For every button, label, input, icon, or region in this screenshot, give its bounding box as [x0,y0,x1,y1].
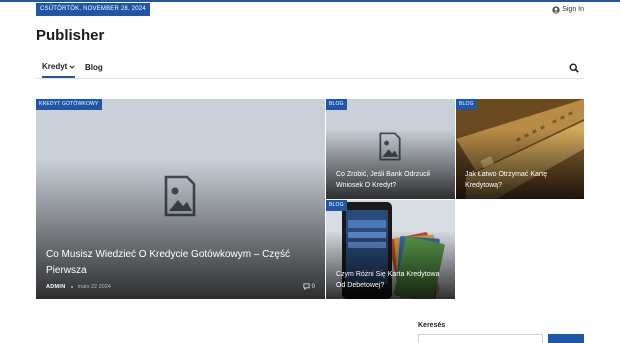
featured-post-main[interactable]: KREDYT GOTÓWKOWY Co Musisz Wiedzieć O Kr… [36,99,325,299]
date-badge: CSÜTÖRTÖK, NOVEMBER 28, 2024 [36,3,150,16]
category-badge[interactable]: KREDYT GOTÓWKOWY [36,99,102,110]
post-author[interactable]: ADMIN [46,284,66,290]
post-title[interactable]: Co Musisz Wiedzieć O Kredycie Gotówkowym… [46,247,316,279]
post-meta: ADMIN maio 22 2024 [46,284,316,290]
post-date: maio 22 2024 [77,284,111,290]
sidebar-search-label: Keresés [418,322,446,329]
user-icon [552,5,560,14]
post-title[interactable]: Czym Różni Się Karta Kredytowa Od Debeto… [336,269,448,291]
sign-in-link[interactable]: Sign In [552,4,584,15]
main-navigation: Kredyt Blog [36,58,584,79]
sign-in-label: Sign In [562,6,584,13]
comments-value: 0 [311,283,315,290]
nav-item-label: Kredyt [42,62,68,71]
nav-item-blog[interactable]: Blog [85,58,103,78]
post-title[interactable]: Jak Łatwo Otrzymać Kartę Kredytową? [465,169,577,191]
featured-post-card[interactable]: BLOG Czym Różni Się Karta Kredytowa Od D… [326,200,455,299]
featured-post-card[interactable]: BLOG Jak Łatwo Otrzymać Kartę Kredytową? [456,99,584,199]
top-accent-line [0,0,620,2]
category-badge[interactable]: BLOG [326,200,347,211]
comment-icon [303,283,310,290]
category-badge[interactable]: BLOG [456,99,477,110]
category-badge[interactable]: BLOG [326,99,347,110]
sidebar-search-input[interactable] [418,334,543,343]
featured-post-card[interactable]: BLOG Co Zrobić, Jeśli Bank Odrzucił Wnio… [326,99,455,199]
sidebar-search-button[interactable] [548,334,584,343]
meta-separator [70,286,73,288]
chevron-down-icon [69,65,75,69]
site-logo[interactable]: Publisher [36,27,104,44]
post-title[interactable]: Co Zrobić, Jeśli Bank Odrzucił Wniosek O… [336,169,448,191]
nav-item-kredyt[interactable]: Kredyt [42,58,76,78]
search-icon[interactable] [569,63,579,73]
comments-count[interactable]: 0 [303,283,315,290]
nav-item-label: Blog [85,63,103,72]
